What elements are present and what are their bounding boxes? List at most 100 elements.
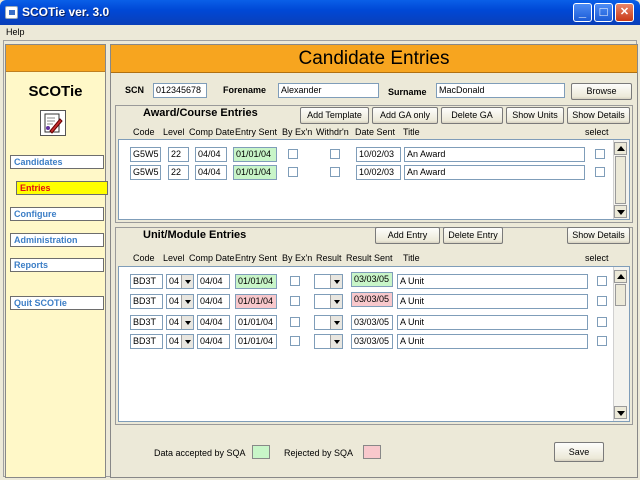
award-col-date-sent: Date Sent (355, 127, 396, 137)
chevron-down-icon[interactable] (181, 295, 193, 308)
unit-comp-date[interactable]: 04/04 (197, 294, 230, 309)
chevron-down-icon[interactable] (330, 295, 342, 308)
unit-result-sent[interactable]: 03/03/05 (351, 334, 393, 349)
award-entry-sent[interactable]: 01/01/04 (233, 147, 277, 162)
unit-by-exn-checkbox[interactable] (290, 336, 300, 346)
unit-result-sent[interactable]: 03/03/05 (351, 315, 393, 330)
award-withdrn-checkbox[interactable] (330, 167, 340, 177)
unit-scroll-thumb[interactable] (615, 284, 626, 306)
chevron-down-icon[interactable] (181, 335, 193, 348)
sidebar-item-entries[interactable]: Entries (16, 181, 108, 195)
award-scroll-down-icon[interactable] (614, 205, 627, 218)
chevron-down-icon[interactable] (181, 316, 193, 329)
sidebar-item-candidates[interactable]: Candidates (10, 155, 104, 169)
unit-by-exn-checkbox[interactable] (290, 296, 300, 306)
unit-code[interactable]: BD3T (130, 294, 163, 309)
chevron-down-icon[interactable] (181, 275, 193, 288)
award-select-checkbox[interactable] (595, 149, 605, 159)
award-by-exn-checkbox[interactable] (288, 149, 298, 159)
award-code[interactable]: G5W5 (130, 165, 161, 180)
add-ga-only-button[interactable]: Add GA only (372, 107, 438, 124)
award-title[interactable]: An Award (404, 147, 585, 162)
unit-col-level: Level (163, 253, 185, 263)
surname-field[interactable]: MacDonald (436, 83, 565, 98)
award-withdrn-checkbox[interactable] (330, 149, 340, 159)
award-level[interactable]: 22 (168, 147, 189, 162)
award-comp-date[interactable]: 04/04 (195, 165, 227, 180)
unit-by-exn-checkbox[interactable] (290, 276, 300, 286)
sidebar-item-reports[interactable]: Reports (10, 258, 104, 272)
unit-show-details-button[interactable]: Show Details (567, 227, 630, 244)
unit-result-select[interactable] (314, 274, 343, 289)
unit-comp-date[interactable]: 04/04 (197, 334, 230, 349)
unit-result-sent[interactable]: 03/03/05 (351, 292, 393, 307)
unit-title: Unit/Module Entries (143, 229, 247, 241)
award-entry-sent[interactable]: 01/01/04 (233, 165, 277, 180)
delete-ga-button[interactable]: Delete GA (441, 107, 503, 124)
save-button[interactable]: Save (554, 442, 604, 462)
unit-scroll-down-icon[interactable] (614, 406, 627, 419)
maximize-button[interactable]: □ (594, 3, 613, 22)
unit-comp-date[interactable]: 04/04 (197, 315, 230, 330)
unit-entry-sent[interactable]: 01/01/04 (235, 315, 277, 330)
unit-result-select[interactable] (314, 294, 343, 309)
unit-title[interactable]: A Unit (397, 315, 588, 330)
unit-select-checkbox[interactable] (597, 336, 607, 346)
unit-code[interactable]: BD3T (130, 315, 163, 330)
award-col-title: Title (403, 127, 420, 137)
unit-scroll-up-icon[interactable] (614, 270, 627, 283)
scn-field[interactable]: 012345678 (153, 83, 207, 98)
award-comp-date[interactable]: 04/04 (195, 147, 227, 162)
chevron-down-icon[interactable] (330, 335, 342, 348)
close-button[interactable]: ✕ (615, 3, 634, 22)
menu-help[interactable]: Help (6, 27, 25, 37)
unit-title[interactable]: A Unit (397, 334, 588, 349)
add-template-button[interactable]: Add Template (300, 107, 369, 124)
unit-title[interactable]: A Unit (397, 274, 588, 289)
award-by-exn-checkbox[interactable] (288, 167, 298, 177)
unit-entry-sent[interactable]: 01/01/04 (235, 274, 277, 289)
unit-code[interactable]: BD3T (130, 274, 163, 289)
unit-entry-sent[interactable]: 01/01/04 (235, 294, 277, 309)
award-date-sent[interactable]: 10/02/03 (356, 147, 401, 162)
minimize-button[interactable]: _ (573, 3, 592, 22)
unit-comp-date[interactable]: 04/04 (197, 274, 230, 289)
unit-level-select[interactable]: 04 (166, 315, 194, 330)
sidebar-item-configure[interactable]: Configure (10, 207, 104, 221)
award-title[interactable]: An Award (404, 165, 585, 180)
unit-level-select[interactable]: 04 (166, 274, 194, 289)
unit-title[interactable]: A Unit (397, 294, 588, 309)
award-date-sent[interactable]: 10/02/03 (356, 165, 401, 180)
unit-level-value: 04 (169, 276, 180, 286)
title-bar[interactable]: SCOTie ver. 3.0 _ □ ✕ (0, 0, 640, 25)
award-show-details-button[interactable]: Show Details (567, 107, 630, 124)
unit-select-checkbox[interactable] (597, 296, 607, 306)
forename-field[interactable]: Alexander (278, 83, 379, 98)
award-title: Award/Course Entries (143, 107, 258, 119)
show-units-button[interactable]: Show Units (506, 107, 564, 124)
browse-button[interactable]: Browse (571, 83, 632, 100)
award-scroll-up-icon[interactable] (614, 142, 627, 155)
unit-level-select[interactable]: 04 (166, 294, 194, 309)
award-col-by-exn: By Ex'n (282, 127, 313, 137)
add-entry-button[interactable]: Add Entry (375, 227, 440, 244)
chevron-down-icon[interactable] (330, 275, 342, 288)
unit-select-checkbox[interactable] (597, 317, 607, 327)
unit-select-checkbox[interactable] (597, 276, 607, 286)
award-level[interactable]: 22 (168, 165, 189, 180)
sidebar-item-quit[interactable]: Quit SCOTie (10, 296, 104, 310)
delete-entry-button[interactable]: Delete Entry (443, 227, 503, 244)
award-scroll-thumb[interactable] (615, 156, 626, 204)
unit-result-select[interactable] (314, 315, 343, 330)
unit-level-select[interactable]: 04 (166, 334, 194, 349)
unit-result-select[interactable] (314, 334, 343, 349)
sidebar-header (6, 45, 105, 72)
sidebar-item-administration[interactable]: Administration (10, 233, 104, 247)
unit-by-exn-checkbox[interactable] (290, 317, 300, 327)
award-code[interactable]: G5W5 (130, 147, 161, 162)
unit-entry-sent[interactable]: 01/01/04 (235, 334, 277, 349)
award-select-checkbox[interactable] (595, 167, 605, 177)
unit-code[interactable]: BD3T (130, 334, 163, 349)
unit-result-sent[interactable]: 03/03/05 (351, 272, 393, 287)
chevron-down-icon[interactable] (330, 316, 342, 329)
